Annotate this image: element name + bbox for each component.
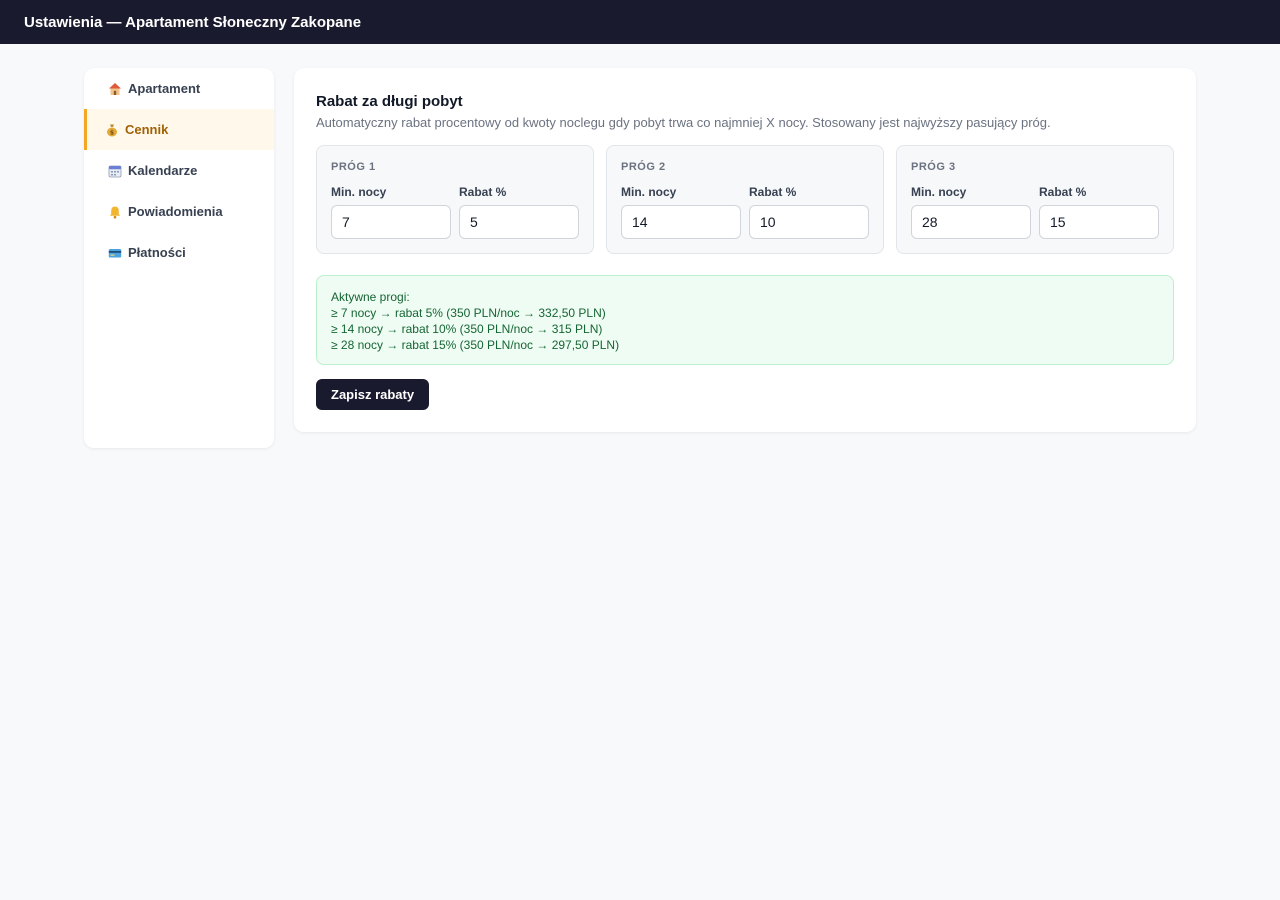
discount-percent-input[interactable] — [749, 205, 869, 239]
discount-percent-label: Rabat % — [1039, 185, 1087, 199]
discount-percent-label: Rabat % — [459, 185, 507, 199]
sidebar-item-label: Cennik — [125, 122, 169, 137]
min-nights-label: Min. nocy — [331, 185, 387, 199]
discount-percent-field: Rabat % — [1039, 185, 1159, 239]
section-title: Rabat za długi pobyt — [316, 93, 463, 110]
money-bag-icon: $ — [104, 122, 120, 138]
discount-percent-field: Rabat % — [459, 185, 579, 239]
page-title: Ustawienia — Apartament Słoneczny Zakopa… — [24, 13, 362, 31]
house-icon — [107, 81, 123, 97]
top-bar: Ustawienia — Apartament Słoneczny Zakopa… — [0, 0, 1280, 44]
min-nights-input[interactable] — [621, 205, 741, 239]
bell-icon — [107, 204, 123, 220]
tier-title: PRÓG 3 — [911, 161, 956, 173]
min-nights-field: Min. nocy — [621, 185, 741, 239]
min-nights-input[interactable] — [911, 205, 1031, 239]
settings-sidebar: Apartament $ Cennik Kalendarze Powiadomi… — [84, 68, 274, 448]
sidebar-item-platnosci[interactable]: Płatności — [84, 232, 274, 273]
tier-title: PRÓG 1 — [331, 161, 376, 173]
tier-card: PRÓG 1 Min. nocy Rabat % — [316, 145, 594, 254]
discount-tiers: PRÓG 1 Min. nocy Rabat % PRÓG 2 Min. noc… — [316, 145, 1174, 254]
min-nights-input[interactable] — [331, 205, 451, 239]
tier-fields: Min. nocy Rabat % — [621, 185, 869, 239]
summary-heading: Aktywne progi: — [331, 290, 410, 304]
summary-line: ≥ 28 nocy → rabat 15% (350 PLN/noc → 297… — [331, 338, 620, 352]
tier-card: PRÓG 2 Min. nocy Rabat % — [606, 145, 884, 254]
sidebar-item-powiadomienia[interactable]: Powiadomienia — [84, 191, 274, 232]
tier-fields: Min. nocy Rabat % — [911, 185, 1159, 239]
long-stay-discount-panel: Rabat za długi pobyt Automatyczny rabat … — [294, 68, 1196, 432]
save-discounts-button[interactable]: Zapisz rabaty — [316, 379, 430, 410]
section-description: Automatyczny rabat procentowy od kwoty n… — [316, 115, 1051, 130]
tier-title: PRÓG 2 — [621, 161, 666, 173]
sidebar-item-kalendarze[interactable]: Kalendarze — [84, 150, 274, 191]
summary-line: ≥ 7 nocy → rabat 5% (350 PLN/noc → 332,5… — [331, 306, 606, 320]
sidebar-item-label: Kalendarze — [128, 163, 198, 178]
calendar-icon — [107, 163, 123, 179]
summary-line: ≥ 14 nocy → rabat 10% (350 PLN/noc → 315… — [331, 322, 603, 336]
active-tiers-summary: Aktywne progi: ≥ 7 nocy → rabat 5% (350 … — [316, 275, 1174, 365]
tier-fields: Min. nocy Rabat % — [331, 185, 579, 239]
min-nights-field: Min. nocy — [911, 185, 1031, 239]
sidebar-item-cennik[interactable]: $ Cennik — [84, 109, 274, 150]
sidebar-item-label: Płatności — [128, 245, 186, 260]
min-nights-field: Min. nocy — [331, 185, 451, 239]
tier-card: PRÓG 3 Min. nocy Rabat % — [896, 145, 1174, 254]
min-nights-label: Min. nocy — [911, 185, 967, 199]
sidebar-item-label: Powiadomienia — [128, 204, 223, 219]
discount-percent-input[interactable] — [1039, 205, 1159, 239]
sidebar-item-apartament[interactable]: Apartament — [84, 68, 274, 109]
discount-percent-label: Rabat % — [749, 185, 797, 199]
min-nights-label: Min. nocy — [621, 185, 677, 199]
discount-percent-field: Rabat % — [749, 185, 869, 239]
svg-text:$: $ — [110, 129, 114, 136]
discount-percent-input[interactable] — [459, 205, 579, 239]
credit-card-icon — [107, 245, 123, 261]
sidebar-item-label: Apartament — [128, 81, 201, 96]
